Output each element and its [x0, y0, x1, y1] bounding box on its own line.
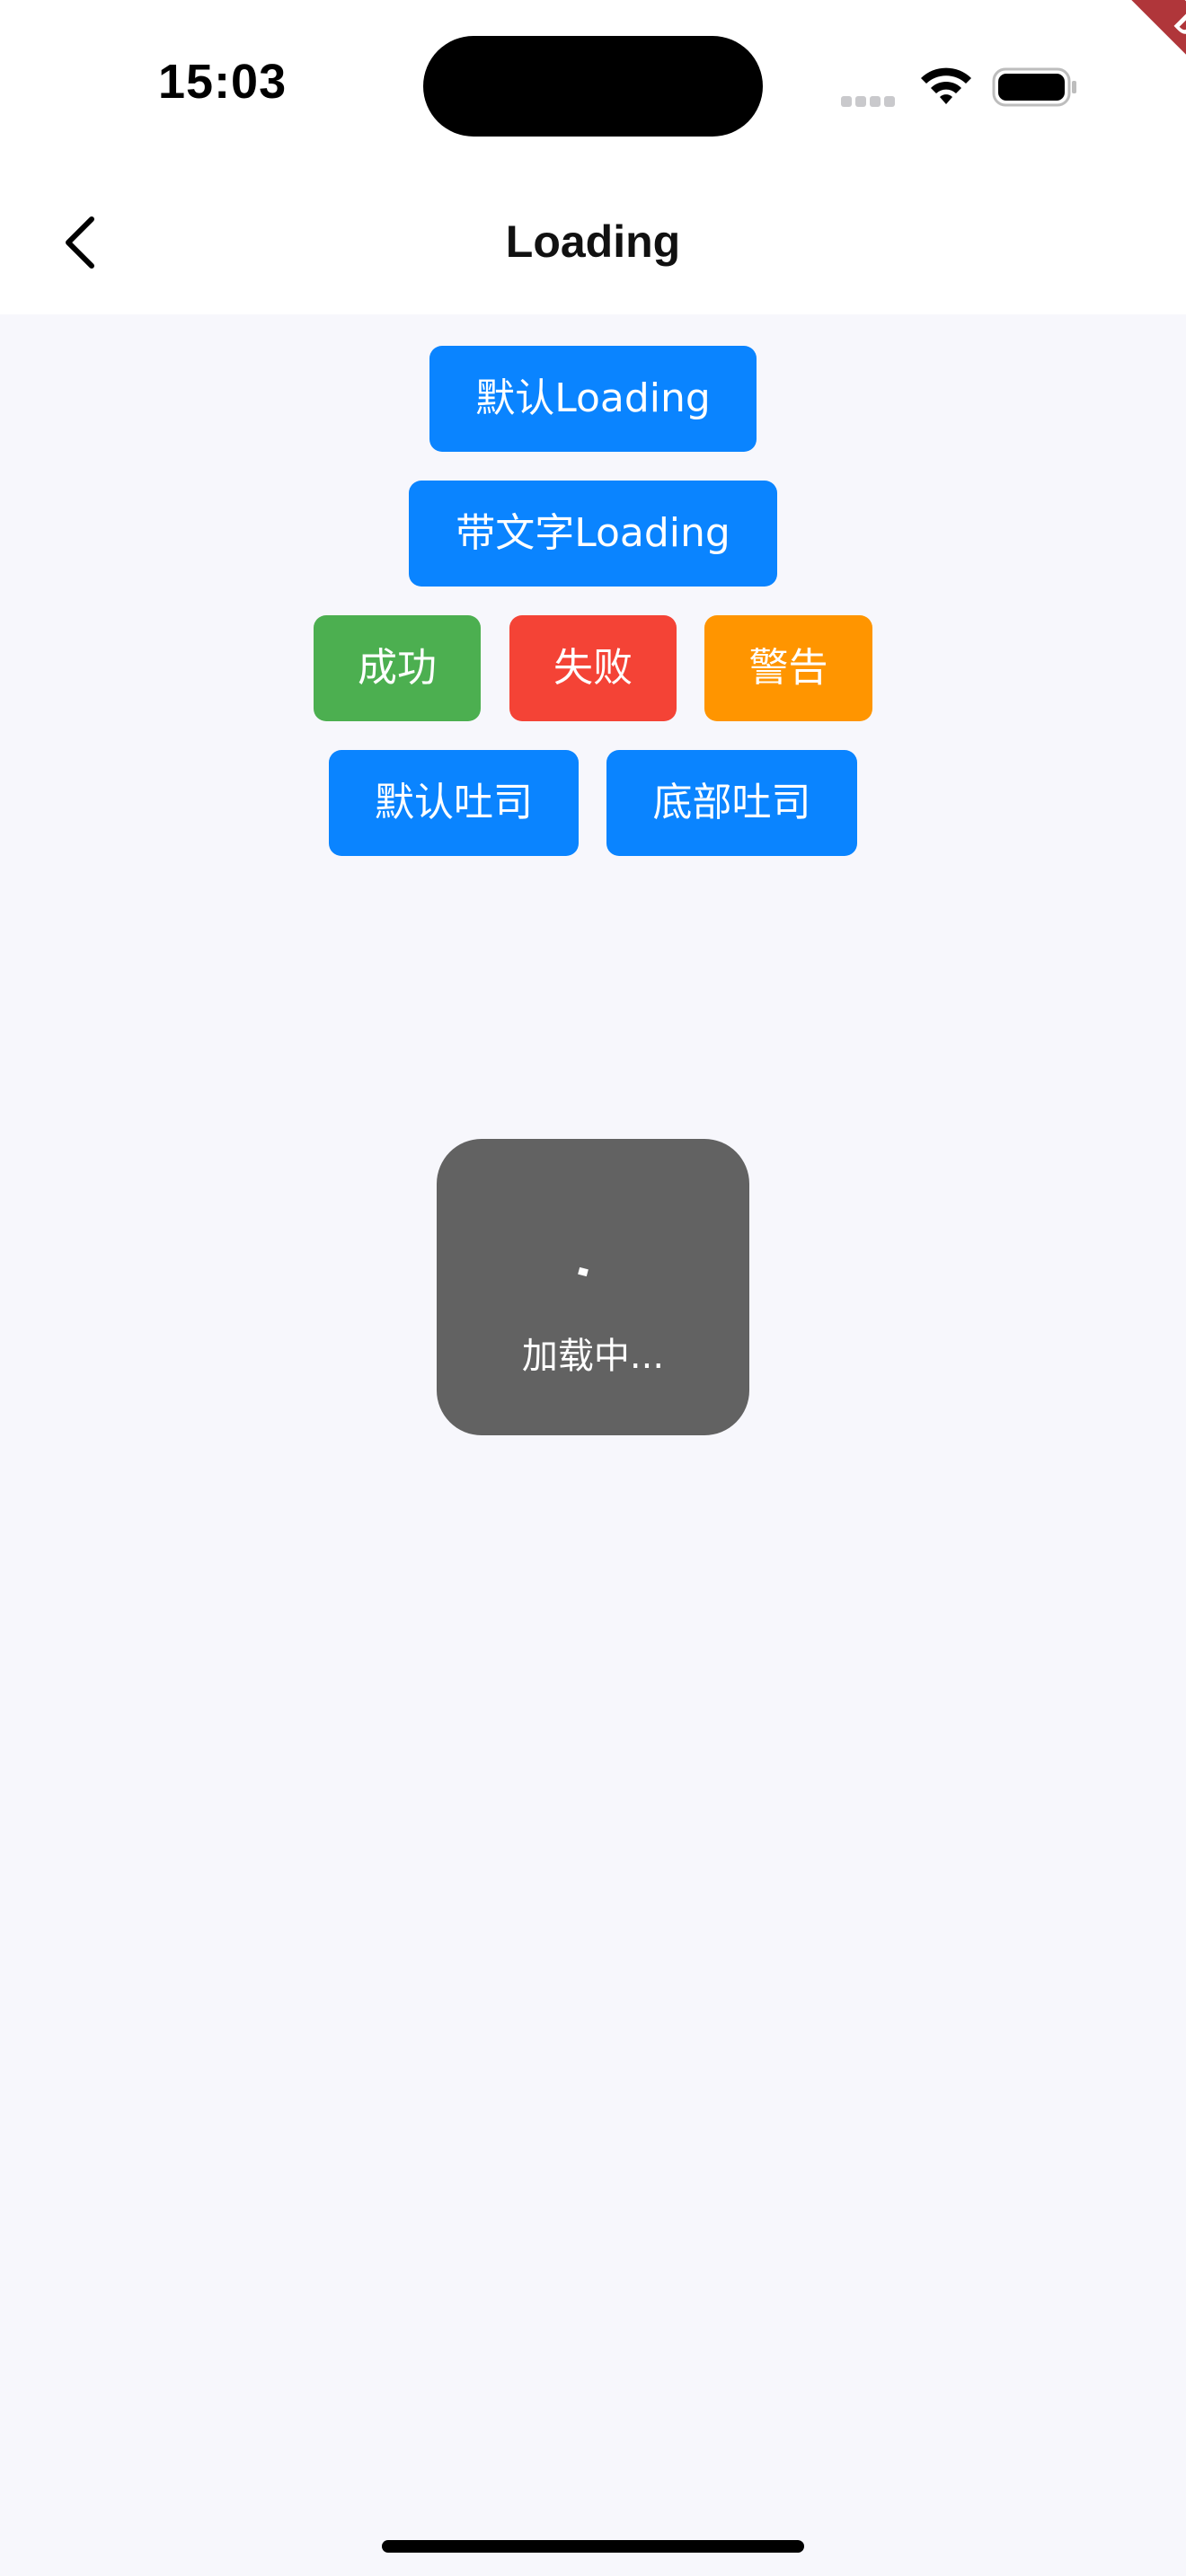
home-indicator	[382, 2540, 804, 2553]
status-time: 15:03	[158, 55, 288, 109]
dynamic-island	[423, 36, 763, 137]
bottom-toast-button[interactable]: 底部吐司	[606, 750, 857, 856]
fail-button[interactable]: 失败	[509, 615, 677, 721]
success-button[interactable]: 成功	[314, 615, 481, 721]
loading-toast: 加载中...	[437, 1139, 749, 1435]
warning-button[interactable]: 警告	[704, 615, 872, 721]
page-title: Loading	[505, 216, 681, 267]
cellular-signal-icon	[841, 93, 902, 107]
battery-icon	[992, 67, 1076, 107]
default-loading-button[interactable]: 默认Loading	[429, 346, 757, 452]
navigation-bar: Loading	[0, 171, 1186, 314]
text-loading-button[interactable]: 带文字Loading	[409, 481, 777, 587]
chevron-left-icon[interactable]	[54, 208, 108, 277]
status-bar: 15:03	[0, 0, 1186, 171]
wifi-icon	[921, 67, 971, 104]
loading-text: 加载中...	[521, 1336, 665, 1377]
loading-spinner-icon	[578, 1266, 589, 1277]
default-toast-button[interactable]: 默认吐司	[329, 750, 579, 856]
